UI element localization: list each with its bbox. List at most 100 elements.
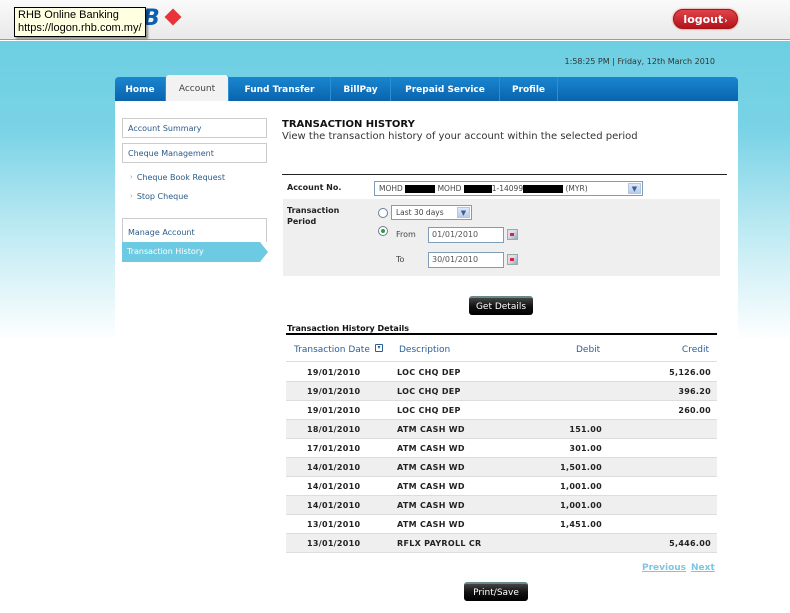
table-row: 14/01/2010 ATM CASH WD 1,001.00	[286, 477, 717, 496]
period-custom-radio[interactable]	[378, 226, 388, 236]
column-header-date[interactable]: Transaction Date	[294, 345, 370, 355]
account-row: Account No. MOHD MOHD 1-14099 (MYR) ▼	[283, 177, 720, 199]
cell-description: LOC CHQ DEP	[397, 406, 461, 415]
cell-date: 19/01/2010	[307, 387, 361, 396]
sort-icon[interactable]: ▾	[375, 344, 383, 352]
next-link[interactable]: Next	[691, 563, 715, 573]
period-label-line2: Period	[287, 217, 317, 226]
rhb-logo[interactable]: B	[143, 6, 160, 31]
sidebar-item-stop-cheque[interactable]: › Stop Cheque	[122, 187, 267, 206]
period-label: Transaction Period	[287, 205, 339, 227]
cell-description: ATM CASH WD	[397, 482, 465, 491]
browser-tooltip: RHB Online Banking https://logon.rhb.com…	[14, 7, 146, 37]
main-nav: Home Account Fund Transfer BillPay Prepa…	[115, 75, 738, 101]
table-row: 13/01/2010 RFLX PAYROLL CR 5,446.00	[286, 534, 717, 553]
cell-debit: 301.00	[569, 444, 602, 453]
to-date-input[interactable]: 30/01/2010	[428, 252, 504, 268]
period-preset-radio[interactable]	[378, 208, 388, 218]
account-select[interactable]: MOHD MOHD 1-14099 (MYR) ▼	[374, 181, 643, 196]
page-description: View the transaction history of your acc…	[282, 131, 638, 142]
table-body: 19/01/2010 LOC CHQ DEP 5,126.00 19/01/2010 L…	[286, 363, 717, 553]
tab-account[interactable]: Account	[166, 75, 229, 101]
history-section-title: Transaction History Details	[287, 324, 410, 333]
chevron-right-icon: ›	[724, 16, 728, 25]
account-label: Account No.	[287, 183, 342, 192]
tab-fund-transfer[interactable]: Fund Transfer	[229, 77, 331, 101]
cell-credit: 260.00	[678, 406, 711, 415]
rhb-logo-diamond-icon	[164, 8, 182, 26]
cell-description: ATM CASH WD	[397, 444, 465, 453]
tooltip-title: RHB Online Banking	[18, 9, 119, 21]
account-name-part: MOHD	[437, 184, 462, 193]
cell-debit: 151.00	[569, 425, 602, 434]
cell-date: 14/01/2010	[307, 463, 361, 472]
divider	[286, 333, 717, 335]
datetime-display: 1:58:25 PM | Friday, 12th March 2010	[564, 57, 715, 66]
sidebar-item-transaction-history[interactable]: Transaction History	[122, 242, 268, 262]
cell-debit: 1,501.00	[560, 463, 602, 472]
cell-description: ATM CASH WD	[397, 501, 465, 510]
table-row: 14/01/2010 ATM CASH WD 1,001.00	[286, 496, 717, 515]
logout-label: logout	[683, 13, 724, 26]
cell-description: ATM CASH WD	[397, 425, 465, 434]
calendar-icon[interactable]	[507, 229, 518, 240]
table-header: Transaction Date ▾ Description Debit Cre…	[286, 340, 717, 362]
chevron-down-icon[interactable]: ▼	[457, 207, 470, 218]
chevron-down-icon[interactable]: ▼	[628, 183, 641, 194]
chevron-right-icon: ›	[130, 173, 133, 181]
account-name-part: MOHD	[379, 184, 403, 193]
period-preset-value: Last 30 days	[396, 208, 444, 217]
cell-debit: 1,451.00	[560, 520, 602, 529]
sidebar: Account Summary Cheque Management › Chequ…	[122, 118, 268, 262]
to-label: To	[396, 255, 405, 264]
print-save-button[interactable]: Print/Save	[464, 582, 528, 601]
cell-description: LOC CHQ DEP	[397, 368, 461, 377]
period-preset-select[interactable]: Last 30 days ▼	[391, 205, 472, 220]
cell-date: 13/01/2010	[307, 539, 361, 548]
search-form: Account No. MOHD MOHD 1-14099 (MYR) ▼ Tr…	[283, 177, 720, 276]
cell-date: 18/01/2010	[307, 425, 361, 434]
table-row: 19/01/2010 LOC CHQ DEP 260.00	[286, 401, 717, 420]
period-row: Transaction Period Last 30 days ▼ From 0…	[283, 199, 720, 276]
column-header-debit: Debit	[576, 345, 601, 355]
tab-prepaid-service[interactable]: Prepaid Service	[391, 77, 500, 101]
cell-date: 13/01/2010	[307, 520, 361, 529]
sidebar-item-account-summary[interactable]: Account Summary	[122, 118, 267, 138]
calendar-icon[interactable]	[507, 254, 518, 265]
tab-home[interactable]: Home	[115, 77, 166, 101]
cell-credit: 396.20	[678, 387, 711, 396]
tab-billpay[interactable]: BillPay	[331, 77, 391, 101]
redaction	[405, 185, 436, 193]
account-currency: (MYR)	[565, 184, 588, 193]
sidebar-item-label: Stop Cheque	[136, 192, 189, 201]
table-row: 17/01/2010 ATM CASH WD 301.00	[286, 439, 717, 458]
tab-profile[interactable]: Profile	[500, 77, 558, 101]
cell-date: 19/01/2010	[307, 406, 361, 415]
previous-link[interactable]: Previous	[642, 563, 686, 573]
redaction	[523, 185, 564, 193]
logout-button[interactable]: logout›	[673, 9, 738, 29]
sidebar-item-manage-account[interactable]: Manage Account	[122, 218, 267, 242]
sidebar-item-cheque-management[interactable]: Cheque Management	[122, 143, 267, 163]
from-date-input[interactable]: 01/01/2010	[428, 227, 504, 243]
period-label-line1: Transaction	[287, 206, 340, 215]
table-row: 18/01/2010 ATM CASH WD 151.00	[286, 420, 717, 439]
account-number-part: 1-14099	[491, 184, 524, 193]
cell-description: ATM CASH WD	[397, 520, 465, 529]
from-label: From	[396, 230, 416, 239]
cell-date: 17/01/2010	[307, 444, 361, 453]
sidebar-item-cheque-book-request[interactable]: › Cheque Book Request	[122, 168, 267, 187]
column-header-credit: Credit	[681, 345, 709, 355]
cell-debit: 1,001.00	[560, 482, 602, 491]
page-title: TRANSACTION HISTORY	[282, 119, 415, 130]
tooltip-url: https://logon.rhb.com.my/	[18, 22, 142, 34]
cell-description: LOC CHQ DEP	[397, 387, 461, 396]
redaction	[463, 185, 492, 193]
cell-debit: 1,001.00	[560, 501, 602, 510]
cell-credit: 5,446.00	[669, 539, 711, 548]
cell-credit: 5,126.00	[669, 368, 711, 377]
table-row: 19/01/2010 LOC CHQ DEP 396.20	[286, 382, 717, 401]
get-details-button[interactable]: Get Details	[469, 296, 533, 315]
table-row: 13/01/2010 ATM CASH WD 1,451.00	[286, 515, 717, 534]
cell-description: ATM CASH WD	[397, 463, 465, 472]
